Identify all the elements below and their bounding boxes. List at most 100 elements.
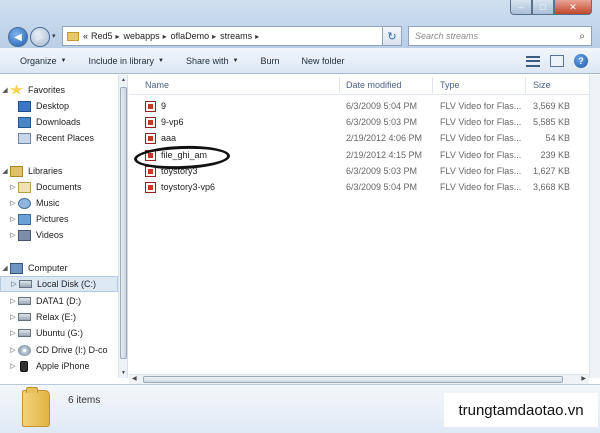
file-row[interactable]: toystory3-vp6 6/3/2009 5:04 PM FLV Video… bbox=[129, 179, 589, 195]
include-in-library-button[interactable]: Include in library ▼ bbox=[88, 56, 163, 66]
nav-music[interactable]: ▷ Music bbox=[0, 195, 118, 211]
nav-local-disk[interactable]: ▷ Local Disk (C:) bbox=[0, 276, 118, 292]
file-row[interactable]: 9-vp6 6/3/2009 5:03 PM FLV Video for Fla… bbox=[129, 114, 589, 130]
hard-disk-icon bbox=[18, 329, 31, 337]
nav-favorites[interactable]: ◢ Favorites bbox=[0, 82, 118, 98]
chevron-right-icon[interactable]: ▸ bbox=[163, 32, 167, 41]
help-button[interactable]: ? bbox=[574, 54, 588, 68]
expand-icon[interactable]: ▷ bbox=[8, 346, 18, 354]
nav-videos[interactable]: ▷ Videos bbox=[0, 227, 118, 243]
window-controls: – □ ✕ bbox=[510, 0, 592, 15]
file-list-horizontal-scrollbar[interactable]: ◀ ▶ bbox=[129, 374, 589, 384]
nav-pictures-label: Pictures bbox=[36, 214, 69, 224]
nav-ubuntu[interactable]: ▷ Ubuntu (G:) bbox=[0, 325, 118, 341]
close-button[interactable]: ✕ bbox=[554, 0, 592, 15]
nav-relax-label: Relax (E:) bbox=[36, 312, 77, 322]
file-date: 6/3/2009 5:04 PM bbox=[346, 182, 418, 192]
iphone-icon bbox=[20, 360, 28, 372]
recent-pages-dropdown[interactable]: ▾ bbox=[52, 32, 56, 40]
hard-disk-icon bbox=[18, 297, 31, 305]
expand-icon[interactable]: ▷ bbox=[9, 280, 19, 288]
nav-libraries[interactable]: ◢ Libraries bbox=[0, 163, 118, 179]
scroll-thumb[interactable] bbox=[120, 87, 127, 359]
nav-downloads[interactable]: Downloads bbox=[0, 114, 118, 130]
documents-icon bbox=[18, 181, 31, 193]
breadcrumb-webapps[interactable]: webapps bbox=[124, 31, 160, 41]
column-date-modified[interactable]: Date modified bbox=[346, 80, 402, 90]
expand-icon[interactable]: ▷ bbox=[8, 362, 18, 370]
nav-local-disk-label: Local Disk (C:) bbox=[37, 279, 97, 289]
nav-data1[interactable]: ▷ DATA1 (D:) bbox=[0, 293, 118, 309]
expand-icon[interactable]: ▷ bbox=[8, 329, 18, 337]
column-size[interactable]: Size bbox=[533, 80, 551, 90]
expand-icon[interactable]: ▷ bbox=[8, 297, 18, 305]
scroll-down-icon[interactable]: ▼ bbox=[119, 368, 128, 378]
nav-apple-iphone-label: Apple iPhone bbox=[36, 361, 90, 371]
minimize-button[interactable]: – bbox=[510, 0, 532, 15]
forward-arrow-icon: ▶ bbox=[36, 31, 44, 43]
nav-documents[interactable]: ▷ Documents bbox=[0, 179, 118, 195]
column-divider[interactable] bbox=[432, 77, 433, 93]
breadcrumb-streams[interactable]: streams bbox=[220, 31, 252, 41]
nav-computer[interactable]: ◢ Computer bbox=[0, 260, 118, 276]
burn-button[interactable]: Burn bbox=[260, 56, 279, 66]
breadcrumb-overflow[interactable]: « bbox=[83, 31, 88, 41]
address-bar[interactable]: « Red5 ▸ webapps ▸ oflaDemo ▸ streams ▸ … bbox=[62, 26, 396, 46]
preview-pane-icon[interactable] bbox=[550, 55, 564, 67]
nav-cd-drive[interactable]: ▷ CD Drive (I:) D-co bbox=[0, 342, 118, 358]
search-placeholder: Search streams bbox=[415, 31, 479, 41]
organize-label: Organize bbox=[20, 55, 57, 66]
flv-file-icon bbox=[145, 133, 156, 144]
flv-file-icon bbox=[145, 117, 156, 128]
organize-button[interactable]: Organize ▼ bbox=[20, 56, 66, 66]
search-icon[interactable]: ⌕ bbox=[579, 31, 585, 42]
nav-pictures[interactable]: ▷ Pictures bbox=[0, 211, 118, 227]
expand-icon[interactable]: ▷ bbox=[8, 183, 18, 191]
collapse-icon[interactable]: ◢ bbox=[0, 167, 10, 175]
forward-button[interactable]: ▶ bbox=[30, 27, 50, 47]
file-date: 2/19/2012 4:15 PM bbox=[346, 150, 423, 160]
nav-apple-iphone[interactable]: ▷ Apple iPhone bbox=[0, 358, 118, 374]
scroll-right-icon[interactable]: ▶ bbox=[581, 375, 586, 384]
column-divider[interactable] bbox=[525, 77, 526, 93]
expand-icon[interactable]: ▷ bbox=[8, 215, 18, 223]
change-view-icon[interactable] bbox=[526, 55, 540, 67]
collapse-icon[interactable]: ◢ bbox=[0, 86, 10, 94]
back-button[interactable]: ◀ bbox=[8, 27, 28, 47]
column-divider[interactable] bbox=[339, 77, 340, 93]
nav-recent-places[interactable]: Recent Places bbox=[0, 130, 118, 146]
file-list-vertical-scrollbar[interactable] bbox=[589, 75, 600, 378]
nav-relax[interactable]: ▷ Relax (E:) bbox=[0, 309, 118, 325]
expand-icon[interactable]: ▷ bbox=[8, 231, 18, 239]
expand-icon[interactable]: ▷ bbox=[8, 199, 18, 207]
share-with-button[interactable]: Share with ▼ bbox=[186, 56, 238, 66]
search-input[interactable]: Search streams ⌕ bbox=[408, 26, 592, 46]
expand-icon[interactable]: ▷ bbox=[8, 313, 18, 321]
collapse-icon[interactable]: ◢ bbox=[0, 264, 10, 272]
nav-downloads-label: Downloads bbox=[36, 117, 81, 127]
new-folder-button[interactable]: New folder bbox=[301, 56, 344, 66]
file-row[interactable]: 9 6/3/2009 5:04 PM FLV Video for Flas...… bbox=[129, 98, 589, 114]
navigation-scrollbar[interactable]: ▲ ▼ bbox=[118, 75, 127, 378]
scroll-up-icon[interactable]: ▲ bbox=[119, 75, 128, 85]
column-headers: Name Date modified Type Size bbox=[129, 75, 589, 95]
maximize-button[interactable]: □ bbox=[532, 0, 554, 15]
column-name[interactable]: Name bbox=[145, 80, 169, 90]
chevron-right-icon[interactable]: ▸ bbox=[212, 32, 216, 41]
breadcrumb-ofla-demo[interactable]: oflaDemo bbox=[171, 31, 210, 41]
column-type[interactable]: Type bbox=[440, 80, 460, 90]
file-name: 9 bbox=[161, 101, 167, 111]
file-name: 9-vp6 bbox=[161, 117, 184, 127]
nav-videos-label: Videos bbox=[36, 230, 64, 240]
nav-desktop[interactable]: Desktop bbox=[0, 98, 118, 114]
nav-desktop-label: Desktop bbox=[36, 101, 70, 111]
chevron-right-icon[interactable]: ▸ bbox=[116, 32, 120, 41]
refresh-button[interactable]: ↻ bbox=[382, 26, 402, 46]
scroll-thumb[interactable] bbox=[143, 376, 563, 383]
scroll-left-icon[interactable]: ◀ bbox=[132, 375, 137, 384]
chevron-right-icon[interactable]: ▸ bbox=[255, 32, 259, 41]
file-row[interactable]: aaa 2/19/2012 4:06 PM FLV Video for Flas… bbox=[129, 130, 589, 146]
breadcrumb-red5[interactable]: Red5 bbox=[91, 31, 113, 41]
pictures-icon bbox=[18, 213, 31, 225]
desktop-icon bbox=[18, 100, 31, 112]
